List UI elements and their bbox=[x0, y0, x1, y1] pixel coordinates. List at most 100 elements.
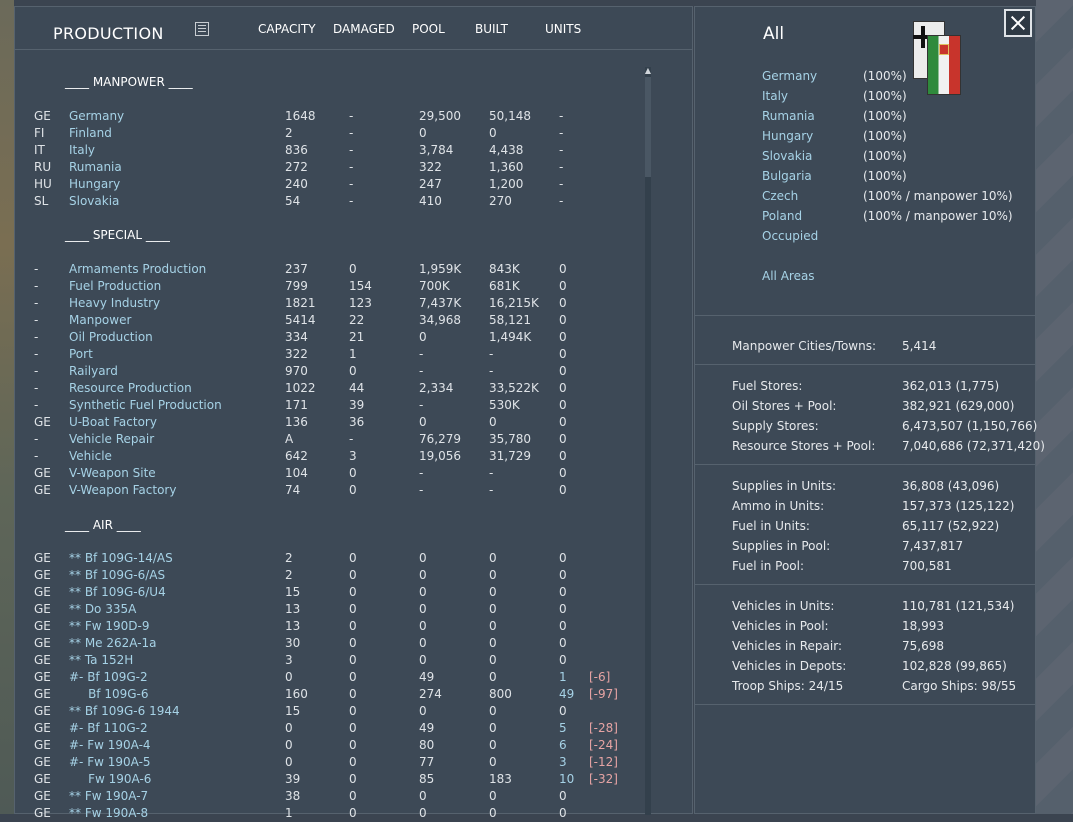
table-row[interactable]: SL Slovakia 54 - 410 270 - bbox=[15, 193, 635, 210]
cell-name[interactable]: Vehicle bbox=[69, 448, 112, 465]
cell-name[interactable]: Fuel Production bbox=[69, 278, 161, 295]
table-row[interactable]: GE ** Bf 109G-14/AS 2 0 0 0 0 bbox=[15, 550, 635, 567]
cell-name[interactable]: ** Me 262A-1a bbox=[69, 635, 157, 652]
cell-name[interactable]: Manpower bbox=[69, 312, 131, 329]
cell-name[interactable]: #- Fw 190A-4 bbox=[69, 737, 151, 754]
table-row[interactable]: GE ** Fw 190A-7 38 0 0 0 0 bbox=[15, 788, 635, 805]
cell-name[interactable]: Hungary bbox=[69, 176, 120, 193]
nation-link-czech[interactable]: Czech bbox=[762, 189, 798, 203]
cell-name[interactable]: Rumania bbox=[69, 159, 122, 176]
cell-name[interactable]: ** Do 335A bbox=[69, 601, 136, 618]
table-row[interactable]: GE ** Bf 109G-6/U4 15 0 0 0 0 bbox=[15, 584, 635, 601]
cell-capacity: 13 bbox=[285, 602, 301, 616]
table-row[interactable]: GE V-Weapon Site 104 0 - - 0 bbox=[15, 465, 635, 482]
column-header-units[interactable]: UNITS bbox=[545, 22, 581, 36]
cell-name[interactable]: ** Bf 109G-6 1944 bbox=[69, 703, 180, 720]
table-row[interactable]: HU Hungary 240 - 247 1,200 - bbox=[15, 176, 635, 193]
column-header-damaged[interactable]: DAMAGED bbox=[333, 22, 395, 36]
cell-name[interactable]: Italy bbox=[69, 142, 95, 159]
cell-name[interactable]: Fw 190A-6 bbox=[69, 771, 151, 788]
nation-link-germany[interactable]: Germany bbox=[762, 69, 817, 83]
cell-name[interactable]: ** Fw 190A-7 bbox=[69, 788, 148, 805]
cell-name[interactable]: V-Weapon Site bbox=[69, 465, 156, 482]
nation-link-rumania[interactable]: Rumania bbox=[762, 109, 815, 123]
cell-pool: 7,437K bbox=[419, 296, 462, 310]
table-row[interactable]: GE #- Fw 190A-5 0 0 77 0 3 [-12] bbox=[15, 754, 635, 771]
table-row[interactable]: - Fuel Production 799 154 700K 681K 0 bbox=[15, 278, 635, 295]
table-row[interactable]: - Oil Production 334 21 0 1,494K 0 bbox=[15, 329, 635, 346]
column-header-built[interactable]: BUILT bbox=[475, 22, 508, 36]
all-areas-link[interactable]: All Areas bbox=[762, 269, 815, 283]
cell-name[interactable]: #- Bf 110G-2 bbox=[69, 720, 148, 737]
cell-capacity: 38 bbox=[285, 789, 301, 803]
cell-capacity: 322 bbox=[285, 347, 308, 361]
table-row[interactable]: - Railyard 970 0 - - 0 bbox=[15, 363, 635, 380]
scrollbar[interactable]: ▲ bbox=[645, 67, 651, 815]
table-row[interactable]: RU Rumania 272 - 322 1,360 - bbox=[15, 159, 635, 176]
table-row[interactable]: - Synthetic Fuel Production 171 39 - 530K 0 bbox=[15, 397, 635, 414]
table-row[interactable]: - Manpower 5414 22 34,968 58,121 0 bbox=[15, 312, 635, 329]
table-row[interactable]: GE V-Weapon Factory 74 0 - - 0 bbox=[15, 482, 635, 499]
table-row[interactable]: GE ** Bf 109G-6 1944 15 0 0 0 0 bbox=[15, 703, 635, 720]
table-row[interactable]: GE #- Bf 109G-2 0 0 49 0 1 [-6] bbox=[15, 669, 635, 686]
nation-link-poland[interactable]: Poland bbox=[762, 209, 802, 223]
cell-name[interactable]: #- Fw 190A-5 bbox=[69, 754, 151, 771]
table-row[interactable]: - Vehicle Repair A - 76,279 35,780 0 bbox=[15, 431, 635, 448]
table-row[interactable]: GE #- Fw 190A-4 0 0 80 0 6 [-24] bbox=[15, 737, 635, 754]
table-row[interactable]: GE ** Do 335A 13 0 0 0 0 bbox=[15, 601, 635, 618]
column-header-pool[interactable]: POOL bbox=[412, 22, 445, 36]
table-row[interactable]: IT Italy 836 - 3,784 4,438 - bbox=[15, 142, 635, 159]
table-row[interactable]: GE Fw 190A-6 39 0 85 183 10 [-32] bbox=[15, 771, 635, 788]
stat-label: Resource Stores + Pool: bbox=[732, 439, 876, 453]
cell-name[interactable]: ** Bf 109G-6/AS bbox=[69, 567, 165, 584]
cell-name[interactable]: Synthetic Fuel Production bbox=[69, 397, 222, 414]
nation-link-hungary[interactable]: Hungary bbox=[762, 129, 813, 143]
nation-link-slovakia[interactable]: Slovakia bbox=[762, 149, 812, 163]
table-row[interactable]: GE #- Bf 110G-2 0 0 49 0 5 [-28] bbox=[15, 720, 635, 737]
cell-name[interactable]: ** Ta 152H bbox=[69, 652, 133, 669]
table-row[interactable]: - Armaments Production 237 0 1,959K 843K 0 bbox=[15, 261, 635, 278]
report-icon[interactable] bbox=[195, 22, 209, 36]
scroll-up-arrow-icon[interactable]: ▲ bbox=[644, 67, 652, 75]
table-row[interactable]: GE ** Bf 109G-6/AS 2 0 0 0 0 bbox=[15, 567, 635, 584]
cell-name[interactable]: Bf 109G-6 bbox=[69, 686, 148, 703]
scroll-thumb[interactable] bbox=[645, 77, 651, 177]
table-row[interactable]: - Vehicle 642 3 19,056 31,729 0 bbox=[15, 448, 635, 465]
cell-name[interactable]: Railyard bbox=[69, 363, 118, 380]
cell-capacity: 237 bbox=[285, 262, 308, 276]
table-row[interactable]: FI Finland 2 - 0 0 - bbox=[15, 125, 635, 142]
table-row[interactable]: GE ** Ta 152H 3 0 0 0 0 bbox=[15, 652, 635, 669]
cell-name[interactable]: U-Boat Factory bbox=[69, 414, 157, 431]
cell-name[interactable]: Resource Production bbox=[69, 380, 192, 397]
nation-link-occupied[interactable]: Occupied bbox=[762, 229, 818, 243]
cell-name[interactable]: V-Weapon Factory bbox=[69, 482, 176, 499]
cell-name[interactable]: ** Fw 190D-9 bbox=[69, 618, 149, 635]
cell-name[interactable]: ** Bf 109G-6/U4 bbox=[69, 584, 166, 601]
table-row[interactable]: GE Germany 1648 - 29,500 50,148 - bbox=[15, 108, 635, 125]
nation-link-bulgaria[interactable]: Bulgaria bbox=[762, 169, 812, 183]
cell-pool: 0 bbox=[419, 415, 427, 429]
cell-name[interactable]: Finland bbox=[69, 125, 112, 142]
table-row[interactable]: - Port 322 1 - - 0 bbox=[15, 346, 635, 363]
cell-name[interactable]: Heavy Industry bbox=[69, 295, 160, 312]
cell-name[interactable]: Slovakia bbox=[69, 193, 119, 210]
table-row[interactable]: GE Bf 109G-6 160 0 274 800 49 [-97] bbox=[15, 686, 635, 703]
nation-link-italy[interactable]: Italy bbox=[762, 89, 788, 103]
cell-name[interactable]: #- Bf 109G-2 bbox=[69, 669, 148, 686]
cell-name[interactable]: Germany bbox=[69, 108, 124, 125]
column-header-capacity[interactable]: CAPACITY bbox=[258, 22, 316, 36]
cell-name[interactable]: Port bbox=[69, 346, 93, 363]
cell-capacity: 54 bbox=[285, 194, 301, 208]
cell-capacity: 13 bbox=[285, 619, 301, 633]
cell-name[interactable]: Oil Production bbox=[69, 329, 153, 346]
cell-name[interactable]: Armaments Production bbox=[69, 261, 206, 278]
table-row[interactable]: GE ** Me 262A-1a 30 0 0 0 0 bbox=[15, 635, 635, 652]
cell-name[interactable]: ** Bf 109G-14/AS bbox=[69, 550, 173, 567]
cell-code: GE bbox=[34, 466, 51, 480]
table-row[interactable]: - Heavy Industry 1821 123 7,437K 16,215K 0 bbox=[15, 295, 635, 312]
table-row[interactable]: - Resource Production 1022 44 2,334 33,522K 0 bbox=[15, 380, 635, 397]
close-button[interactable] bbox=[1004, 9, 1032, 37]
table-row[interactable]: GE U-Boat Factory 136 36 0 0 0 bbox=[15, 414, 635, 431]
table-row[interactable]: GE ** Fw 190D-9 13 0 0 0 0 bbox=[15, 618, 635, 635]
cell-name[interactable]: Vehicle Repair bbox=[69, 431, 154, 448]
